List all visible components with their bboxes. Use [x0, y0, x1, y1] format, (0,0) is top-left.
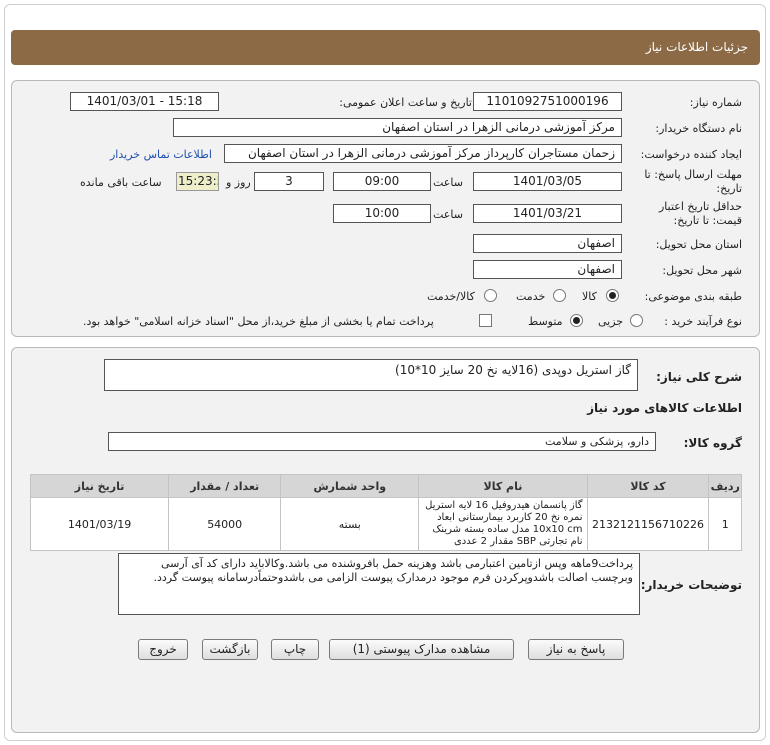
- deadline-time-label: ساعت: [433, 176, 463, 189]
- category-label: طبقه بندی موضوعی:: [644, 290, 742, 303]
- buyer-notes-text: پرداخت9ماهه وپس ازتامین اعتبارمی باشد وه…: [153, 557, 633, 584]
- category-option-goods: کالا: [582, 290, 597, 303]
- buyer-notes-field: پرداخت9ماهه وپس ازتامین اعتبارمی باشد وه…: [118, 553, 640, 615]
- goods-table-header: ردیف کد کالا نام کالا واحد شمارش تعداد /…: [29, 474, 742, 498]
- category-option-service: خدمت: [516, 290, 546, 303]
- cell-name: گاز پانسمان هیدروفیل 16 لایه استریل نمره…: [418, 497, 588, 551]
- back-button[interactable]: بازگشت: [202, 639, 258, 660]
- requester-field: زحمان مستاجران کارپرداز مرکز آموزشی درما…: [224, 144, 622, 163]
- deadline-label-2: تاریخ:: [716, 182, 742, 195]
- buyer-org-label: نام دستگاه خریدار:: [655, 122, 742, 135]
- treasury-payment-checkbox[interactable]: [479, 314, 492, 327]
- cell-unit: بسته: [280, 497, 420, 551]
- page-header: جزئیات اطلاعات نیاز: [11, 30, 760, 65]
- category-option-goods-service: کالا/خدمت: [427, 290, 475, 303]
- validity-date-field: 1401/03/21: [473, 204, 622, 223]
- category-radio-goods[interactable]: [606, 289, 619, 302]
- print-button[interactable]: چاپ: [271, 639, 319, 660]
- col-qty: تعداد / مقدار: [168, 474, 282, 498]
- category-radio-service[interactable]: [553, 289, 566, 302]
- cell-code: 2132121156710226: [586, 497, 710, 551]
- remaining-label: ساعت باقی مانده: [80, 176, 162, 189]
- table-row: 1 2132121156710226 گاز پانسمان هیدروفیل …: [29, 497, 742, 551]
- buyer-org-field: مرکز آموزشی درمانی الزهرا در استان اصفها…: [173, 118, 622, 137]
- goods-section-title: اطلاعات کالاهای مورد نیاز: [587, 401, 742, 415]
- cell-row: 1: [708, 497, 742, 551]
- treasury-payment-note: پرداخت تمام یا بخشی از مبلغ خرید،از محل …: [83, 315, 434, 328]
- process-radio-minor[interactable]: [630, 314, 643, 327]
- goods-group-label: گروه کالا:: [683, 436, 742, 450]
- goods-table: ردیف کد کالا نام کالا واحد شمارش تعداد /…: [29, 474, 742, 551]
- col-name: نام کالا: [418, 474, 588, 498]
- col-unit: واحد شمارش: [280, 474, 420, 498]
- announce-field: 1401/03/01 - 15:18: [70, 92, 219, 111]
- process-option-medium: متوسط: [528, 315, 563, 328]
- remaining-time-field: 15:23:52: [176, 172, 219, 191]
- summary-field: گاز استریل دوپدی (16لایه نخ 20 سایز 10*1…: [104, 359, 638, 391]
- deadline-time-field: 09:00: [333, 172, 431, 191]
- page-title: جزئیات اطلاعات نیاز: [645, 40, 748, 54]
- col-code: کد کالا: [586, 474, 710, 498]
- deadline-label-1: مهلت ارسال پاسخ: تا: [644, 168, 742, 181]
- goods-group-field: دارو، پزشکی و سلامت: [108, 432, 656, 451]
- process-label: نوع فرآیند خرید :: [664, 315, 742, 328]
- need-number-field: 1101092751000196: [473, 92, 622, 111]
- validity-label-2: قیمت: تا تاریخ:: [673, 214, 742, 227]
- deadline-date-field: 1401/03/05: [473, 172, 622, 191]
- validity-time-field: 10:00: [333, 204, 431, 223]
- process-option-minor: جزیی: [598, 315, 624, 328]
- validity-time-label: ساعت: [433, 208, 463, 221]
- contact-buyer-link[interactable]: اطلاعات تماس خریدار: [110, 148, 212, 161]
- days-field: 3: [254, 172, 324, 191]
- city-label: شهر محل تحویل:: [662, 264, 742, 277]
- need-number-label: شماره نیاز:: [689, 96, 742, 109]
- process-radio-medium[interactable]: [570, 314, 583, 327]
- validity-label-1: حداقل تاریخ اعتبار: [658, 200, 742, 213]
- category-radio-goods-service[interactable]: [484, 289, 497, 302]
- buyer-notes-label: توضیحات خریدار:: [640, 578, 742, 592]
- col-row: ردیف: [708, 474, 742, 498]
- exit-button[interactable]: خروج: [138, 639, 188, 660]
- summary-text: گاز استریل دوپدی (16لایه نخ 20 سایز 10*1…: [395, 363, 631, 377]
- province-label: استان محل تحویل:: [655, 238, 742, 251]
- summary-label: شرح کلی نیاز:: [656, 370, 742, 384]
- announce-label: تاریخ و ساعت اعلان عمومی:: [339, 96, 472, 109]
- reply-button[interactable]: پاسخ به نیاز: [528, 639, 624, 660]
- days-label: روز و: [226, 176, 251, 189]
- col-date: تاریخ نیاز: [29, 474, 170, 498]
- city-field: اصفهان: [473, 260, 622, 279]
- cell-qty: 54000: [168, 497, 282, 551]
- cell-date: 1401/03/19: [29, 497, 170, 551]
- province-field: اصفهان: [473, 234, 622, 253]
- view-attachments-button[interactable]: مشاهده مدارک پیوستی (1): [329, 639, 514, 660]
- requester-label: ایجاد کننده درخواست:: [640, 148, 742, 161]
